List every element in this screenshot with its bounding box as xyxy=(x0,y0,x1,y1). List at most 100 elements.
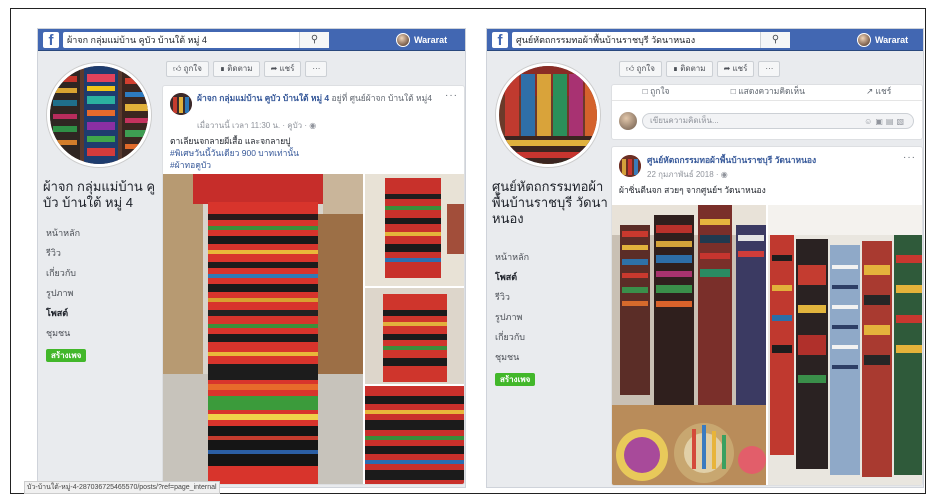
post-location[interactable]: อยู่ที่ ศูนย์ผ้าจก บ้านใต้ หมู่4 xyxy=(332,93,432,103)
page-title[interactable]: ผ้าจก กลุ่มแม่บ้าน คูบัว บ้านใต้ หมู่ 4 xyxy=(43,179,161,211)
page-title[interactable]: ศูนย์หัตถกรรมทอผ้าพื้นบ้านราชบุรี วัดนาห… xyxy=(492,179,610,227)
post-text-line1: ตาเลียนจกลายผีเสื้อ และจกลายปู xyxy=(170,136,291,146)
facebook-logo-icon[interactable]: f xyxy=(492,32,508,49)
post-timestamp[interactable]: 22 กุมภาพันธ์ 2018 · xyxy=(647,170,721,179)
globe-icon: ◉ xyxy=(720,170,728,179)
follow-label: ติดตาม xyxy=(227,64,253,73)
share-label: แชร์ xyxy=(732,64,748,73)
post-text: ตาเลียนจกลายผีเสื้อ และจกลายปู #พิเศษวัน… xyxy=(170,135,460,171)
hanging-fabrics-photo xyxy=(768,205,922,485)
profile-picture[interactable] xyxy=(496,63,600,167)
post-menu-icon[interactable]: ··· xyxy=(903,152,916,163)
user-avatar xyxy=(857,33,871,47)
search-icon[interactable]: ⚲ xyxy=(299,32,329,48)
post-action-row: □ ถูกใจ □ แสดงความคิดเห็น ↗ แชร์ xyxy=(612,85,922,101)
woven-skirt-photo xyxy=(163,174,363,484)
post-comment-label: แสดงความคิดเห็น xyxy=(738,86,805,96)
search-input[interactable]: ศูนย์หัตถกรรมทอผ้าพื้นบ้านราชบุรี วัดนาห… xyxy=(512,33,760,47)
post-photo-3[interactable] xyxy=(365,288,464,384)
profile-picture[interactable] xyxy=(47,63,151,167)
post-photo-2[interactable] xyxy=(365,174,464,286)
facebook-logo-icon[interactable]: f xyxy=(43,32,59,49)
share-button[interactable]: ➦ แชร์ xyxy=(263,61,302,77)
page-actions: 👍︎ ถูกใจ ∎ ติดตาม ➦ แชร์ ··· xyxy=(619,61,781,79)
post-photo-main[interactable] xyxy=(163,174,363,484)
search-box[interactable]: ศูนย์หัตถกรรมทอผ้าพื้นบ้านราชบุรี วัดนาห… xyxy=(512,32,790,48)
search-icon[interactable]: ⚲ xyxy=(760,32,790,48)
post-menu-icon[interactable]: ··· xyxy=(445,90,458,101)
post-author-avatar[interactable] xyxy=(619,155,641,177)
facebook-page-right: f ศูนย์หัตถกรรมทอผ้าพื้นบ้านราชบุรี วัดน… xyxy=(486,28,924,488)
status-bar-url: บัว-บ้านใต้-หมู่-4-287036725465570/posts… xyxy=(24,481,220,494)
nav-item-community[interactable]: ชุมชน xyxy=(46,323,80,343)
share-label: แชร์ xyxy=(279,64,295,73)
post-photo-2[interactable] xyxy=(768,205,922,485)
post-author-line: ผ้าจก กลุ่มแม่บ้าน คูบัว บ้านใต้ หมู่ 4 … xyxy=(197,93,437,104)
post-author-name[interactable]: ผ้าจก กลุ่มแม่บ้าน คูบัว บ้านใต้ หมู่ 4 xyxy=(197,93,329,103)
nav-item-home[interactable]: หน้าหลัก xyxy=(46,223,80,243)
nav-item-about[interactable]: เกี่ยวกับ xyxy=(46,263,80,283)
nav-item-about[interactable]: เกี่ยวกับ xyxy=(495,327,529,347)
like-page-button[interactable]: 👍︎ ถูกใจ xyxy=(619,61,662,77)
user-name: Wararat xyxy=(414,35,448,45)
post-photo-4[interactable] xyxy=(365,386,464,484)
follow-label: ติดตาม xyxy=(680,64,706,73)
page-nav: หน้าหลัก รีวิว เกี่ยวกับ รูปภาพ โพสต์ ชุ… xyxy=(46,223,80,343)
post-author-name[interactable]: ศูนย์หัตถกรรมทอผ้าพื้นบ้านราชบุรี วัดนาห… xyxy=(647,155,897,166)
post-comment-button[interactable]: □ แสดงความคิดเห็น xyxy=(731,85,805,100)
post-hashtag-2[interactable]: #ผ้าทอคูบัว xyxy=(170,159,460,171)
post-share-button[interactable]: ↗ แชร์ xyxy=(866,85,891,100)
like-icon: 👍︎ xyxy=(173,64,182,73)
post-photo-main[interactable] xyxy=(612,205,766,485)
search-input[interactable]: ผ้าจก กลุ่มแม่บ้าน คูบัว บ้านใต้ หมู่ 4 xyxy=(63,33,299,47)
post-share-label: แชร์ xyxy=(875,86,892,96)
hanging-cloth-photo xyxy=(365,174,464,286)
nav-item-posts[interactable]: โพสต์ xyxy=(46,303,80,323)
fabric-closeup-photo xyxy=(365,386,464,484)
create-page-button[interactable]: สร้างเพจ xyxy=(495,373,536,386)
nav-item-community[interactable]: ชุมชน xyxy=(495,347,529,367)
page-nav: หน้าหลัก โพสต์ รีวิว รูปภาพ เกี่ยวกับ ชุ… xyxy=(495,247,529,367)
more-button[interactable]: ··· xyxy=(305,61,328,77)
post-hashtag-1[interactable]: #พิเศษวันนี้วันเดียว 900 บาทเท่านั้น xyxy=(170,147,460,159)
globe-icon: ◉ xyxy=(309,121,317,130)
nav-item-reviews[interactable]: รีวิว xyxy=(46,243,80,263)
like-label: ถูกใจ xyxy=(183,64,202,73)
profile-picture-image xyxy=(50,66,148,164)
follow-button[interactable]: ∎ ติดตาม xyxy=(665,61,713,77)
page-sidebar: ผ้าจก กลุ่มแม่บ้าน คูบัว บ้านใต้ หมู่ 4 … xyxy=(38,51,162,487)
share-icon: ➦ xyxy=(270,64,278,73)
comment-input[interactable]: เขียนความคิดเห็น... ☺▣▤▧ xyxy=(642,113,914,129)
post-timestamp[interactable]: เมื่อวานนี้ เวลา 11:30 น. · คูบัว · xyxy=(197,121,309,130)
user-profile-link[interactable]: Wararat xyxy=(857,32,908,48)
facebook-page-left: f ผ้าจก กลุ่มแม่บ้าน คูบัว บ้านใต้ หมู่ … xyxy=(37,28,466,488)
avatar-image xyxy=(170,93,192,115)
follow-button[interactable]: ∎ ติดตาม xyxy=(212,61,260,77)
like-icon: 👍︎ xyxy=(626,64,635,73)
nav-item-photos[interactable]: รูปภาพ xyxy=(495,307,529,327)
post-like-button[interactable]: □ ถูกใจ xyxy=(643,85,670,100)
post-like-label: ถูกใจ xyxy=(650,86,670,96)
share-button[interactable]: ➦ แชร์ xyxy=(716,61,755,77)
rss-icon: ∎ xyxy=(219,64,225,73)
nav-item-home[interactable]: หน้าหลัก xyxy=(495,247,529,267)
nav-item-photos[interactable]: รูปภาพ xyxy=(46,283,80,303)
user-name: Wararat xyxy=(875,35,909,45)
like-page-button[interactable]: 👍︎ ถูกใจ xyxy=(166,61,209,77)
post-author-avatar[interactable] xyxy=(170,93,192,115)
post-text: ผ้าซิ่นตีนจก สวยๆ จากศูนย์ฯ วัดนาหนอง xyxy=(619,185,766,195)
post-card: ผ้าจก กลุ่มแม่บ้าน คูบัว บ้านใต้ หมู่ 4 … xyxy=(162,85,465,485)
search-box[interactable]: ผ้าจก กลุ่มแม่บ้าน คูบัว บ้านใต้ หมู่ 4 … xyxy=(63,32,329,48)
user-profile-link[interactable]: Wararat xyxy=(396,32,447,48)
create-page-button[interactable]: สร้างเพจ xyxy=(46,349,87,362)
commenter-avatar xyxy=(619,112,637,130)
top-bar: f ศูนย์หัตถกรรมทอผ้าพื้นบ้านราชบุรี วัดน… xyxy=(487,29,923,51)
post-meta: เมื่อวานนี้ เวลา 11:30 น. · คูบัว · ◉ xyxy=(197,119,316,132)
nav-item-reviews[interactable]: รีวิว xyxy=(495,287,529,307)
previous-post-footer: □ ถูกใจ □ แสดงความคิดเห็น ↗ แชร์ เขียนคว… xyxy=(611,84,923,140)
more-button[interactable]: ··· xyxy=(758,61,781,77)
nav-item-posts[interactable]: โพสต์ xyxy=(495,267,529,287)
page-sidebar: ศูนย์หัตถกรรมทอผ้าพื้นบ้านราชบุรี วัดนาห… xyxy=(487,51,611,487)
profile-picture-image xyxy=(499,66,597,164)
emoji-camera-gif-sticker-icons[interactable]: ☺▣▤▧ xyxy=(864,115,907,129)
